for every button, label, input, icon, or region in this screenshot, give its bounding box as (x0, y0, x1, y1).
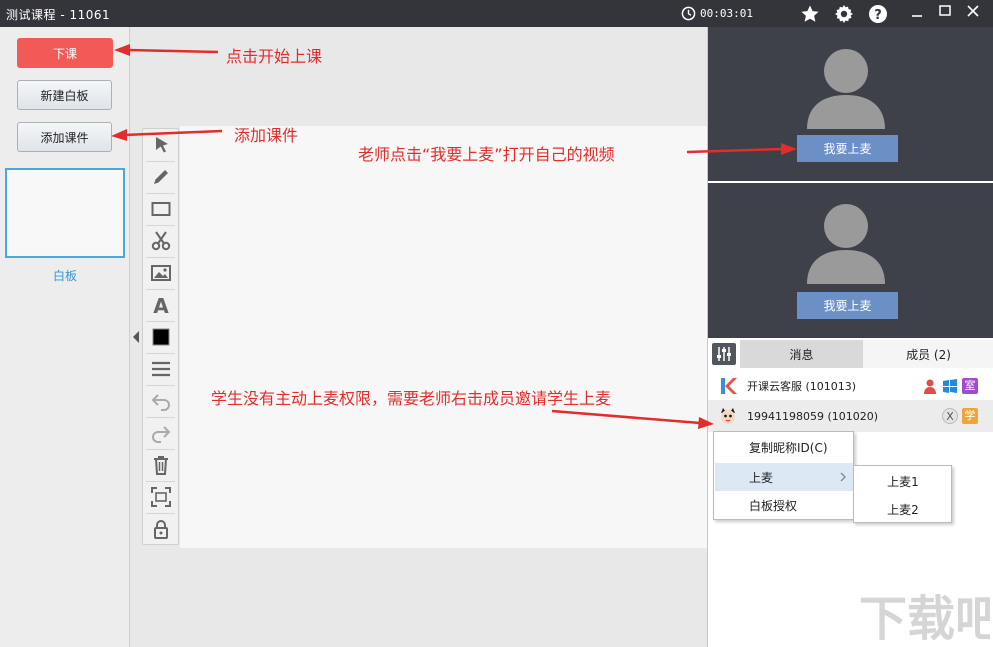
annotation-student-invite: 学生没有主动上麦权限，需要老师右击成员邀请学生上麦 (211, 385, 611, 409)
svg-text:下载吧: 下载吧 (859, 591, 990, 645)
member-name: 19941198059 (101020) (747, 410, 878, 423)
pen-icon[interactable] (143, 161, 178, 193)
student-video-slot: 我要上麦 (708, 183, 993, 338)
fullscreen-icon[interactable] (143, 481, 178, 513)
color-swatch[interactable] (143, 321, 178, 353)
svg-text:A: A (153, 294, 169, 316)
lock-icon[interactable] (143, 513, 178, 545)
trash-icon[interactable] (143, 449, 178, 481)
redo-icon[interactable] (143, 417, 178, 449)
rectangle-icon[interactable] (143, 193, 178, 225)
badge-x: X (942, 408, 958, 424)
timer-value: 00:03:01 (700, 7, 753, 20)
end-class-button[interactable]: 下课 (17, 38, 113, 68)
gear-icon[interactable] (834, 4, 854, 24)
text-icon[interactable]: A (143, 289, 178, 321)
mic-submenu: 上麦1 上麦2 (853, 465, 952, 523)
classroom-badge-icon: 室 (962, 378, 978, 394)
star-icon[interactable] (800, 4, 820, 24)
user-avatar-icon (805, 202, 887, 284)
maximize-icon[interactable] (934, 2, 956, 22)
teacher-role-icon (922, 378, 938, 394)
user-avatar-icon (805, 47, 887, 129)
close-icon[interactable] (962, 2, 984, 22)
windows-icon (942, 378, 958, 394)
clock-icon (681, 6, 696, 21)
add-courseware-button[interactable]: 添加课件 (17, 122, 112, 152)
student-badge: 学 (962, 408, 978, 424)
equalizer-icon[interactable] (712, 343, 736, 365)
menu-item-copy-id[interactable]: 复制昵称ID(C) (715, 433, 853, 461)
menu-item-go-on-mic-label: 上麦 (749, 469, 773, 486)
annotation-start-class: 点击开始上课 (226, 43, 322, 67)
submenu-item-mic-2[interactable]: 上麦2 (855, 495, 951, 523)
chevron-right-icon (840, 472, 847, 482)
select-icon[interactable] (143, 129, 178, 161)
line-width-icon[interactable] (143, 353, 178, 385)
right-panel: 我要上麦 我要上麦 消息 成员 (2) 开课云客服 (101013) 室 199… (707, 27, 993, 647)
go-on-mic-button-2[interactable]: 我要上麦 (797, 292, 898, 319)
minimize-icon[interactable] (906, 2, 928, 22)
whiteboard-thumbnail-label[interactable]: 白板 (0, 267, 130, 284)
member-context-menu: 复制昵称ID(C) 上麦 白板授权 (713, 431, 854, 520)
class-timer: 00:03:01 (681, 4, 753, 22)
cartoon-avatar-icon (718, 406, 738, 426)
title-bar: 测试课程 - 11061 00:03:01 ? (0, 0, 993, 27)
k-logo-icon (718, 376, 738, 396)
new-whiteboard-button[interactable]: 新建白板 (17, 80, 112, 110)
drawing-toolbar: A (142, 128, 179, 545)
scissors-icon[interactable] (143, 225, 178, 257)
svg-text:?: ? (874, 8, 882, 23)
whiteboard-canvas[interactable] (180, 126, 707, 548)
image-icon[interactable] (143, 257, 178, 289)
undo-icon[interactable] (143, 385, 178, 417)
whiteboard-thumbnail[interactable] (5, 168, 125, 258)
member-row[interactable]: 开课云客服 (101013) 室 (708, 370, 993, 402)
teacher-video-slot: 我要上麦 (708, 27, 993, 181)
panel-tabs: 消息 成员 (2) (708, 340, 993, 368)
annotation-add-courseware: 添加课件 (234, 122, 298, 146)
tab-members[interactable]: 成员 (2) (863, 340, 993, 368)
left-panel: 下课 新建白板 添加课件 白板 (0, 27, 130, 647)
member-row[interactable]: 19941198059 (101020) X 学 (708, 400, 993, 432)
tab-messages[interactable]: 消息 (740, 340, 863, 368)
submenu-item-mic-1[interactable]: 上麦1 (855, 467, 951, 495)
annotation-teacher-video: 老师点击“我要上麦”打开自己的视频 (358, 141, 615, 165)
watermark-logo: 下载吧 (855, 585, 990, 645)
go-on-mic-button-1[interactable]: 我要上麦 (797, 135, 898, 162)
collapse-panel-icon[interactable] (131, 330, 141, 344)
help-icon[interactable]: ? (868, 4, 888, 24)
window-title: 测试课程 - 11061 (6, 6, 110, 23)
member-name: 开课云客服 (101013) (747, 378, 856, 394)
menu-item-whiteboard-auth[interactable]: 白板授权 (715, 491, 853, 519)
menu-item-go-on-mic[interactable]: 上麦 (715, 463, 853, 491)
